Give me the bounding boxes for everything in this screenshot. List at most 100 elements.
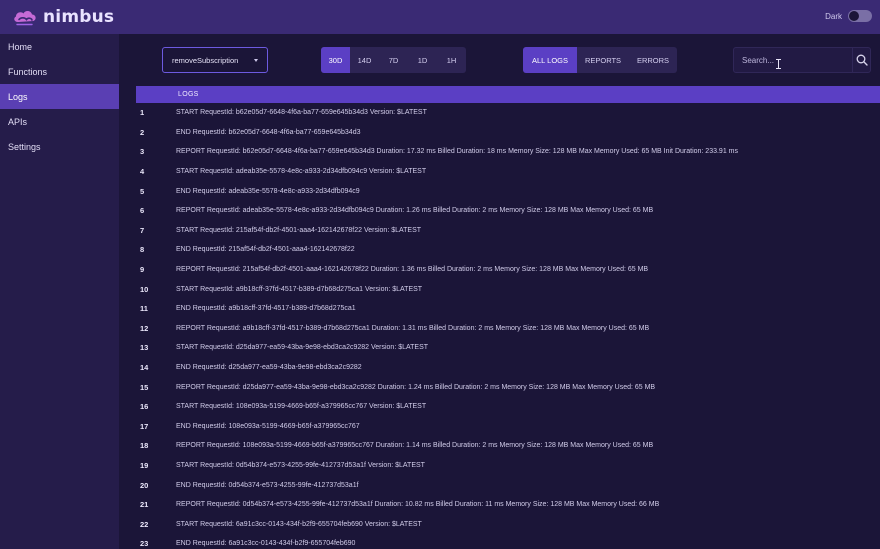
row-number: 4 bbox=[140, 167, 145, 177]
range-1d-button[interactable]: 1D bbox=[408, 47, 437, 73]
search-button[interactable] bbox=[852, 48, 870, 72]
theme-toggle[interactable]: Dark bbox=[825, 10, 872, 22]
table-row[interactable]: 3 REPORT RequestId: b62e05d7-6648-4f6a-ba… bbox=[136, 142, 880, 162]
range-7d-button[interactable]: 7D bbox=[379, 47, 408, 73]
log-message: START RequestId: d25da977-ea59-43ba-9e98… bbox=[176, 344, 429, 352]
sidebar: Home Functions Logs APIs Settings bbox=[0, 34, 119, 549]
row-number: 6 bbox=[140, 206, 145, 216]
table-row[interactable]: 18 REPORT RequestId: 108e093a-5199-4669-b… bbox=[136, 436, 880, 456]
table-row[interactable]: 7 START RequestId: 215af54f-db2f-4501-aaa… bbox=[136, 221, 880, 241]
cloud-logo-icon bbox=[14, 10, 36, 26]
table-row[interactable]: 11 END RequestId: a9b18cff-37fd-4517-b389… bbox=[136, 299, 880, 319]
function-select-value: removeSubscription bbox=[172, 55, 239, 65]
log-message: END RequestId: a9b18cff-37fd-4517-b389-d… bbox=[176, 305, 356, 313]
table-row[interactable]: 4 START RequestId: adeab35e-5578-4e8c-a93… bbox=[136, 162, 880, 182]
logs-column-header: LOGS bbox=[178, 91, 199, 98]
row-number: 1 bbox=[140, 108, 145, 118]
sidebar-item-label: APIs bbox=[8, 116, 28, 127]
table-row[interactable]: 1 START RequestId: b62e05d7-6648-4f6a-ba7… bbox=[136, 103, 880, 123]
log-message: REPORT RequestId: 0d54b374-e573-4255-99f… bbox=[176, 501, 660, 509]
log-message: END RequestId: 6a91c3cc-0143-434f-b2f9-6… bbox=[176, 540, 356, 548]
table-row[interactable]: 16 START RequestId: 108e093a-5199-4669-b6… bbox=[136, 397, 880, 417]
sidebar-item-home[interactable]: Home bbox=[0, 34, 119, 59]
theme-label: Dark bbox=[825, 11, 842, 21]
search-input[interactable] bbox=[734, 48, 852, 72]
row-number: 15 bbox=[140, 382, 149, 392]
range-1h-button[interactable]: 1H bbox=[437, 47, 466, 73]
sidebar-item-label: Settings bbox=[8, 141, 41, 152]
search-icon bbox=[856, 54, 868, 66]
app-name: nimbus bbox=[43, 7, 115, 27]
table-row[interactable]: 10 START RequestId: a9b18cff-37fd-4517-b3… bbox=[136, 279, 880, 299]
row-number: 20 bbox=[140, 480, 149, 490]
sidebar-item-settings[interactable]: Settings bbox=[0, 134, 119, 159]
row-number: 21 bbox=[140, 500, 149, 510]
log-filter-group: ALL LOGS REPORTS ERRORS bbox=[523, 47, 677, 73]
table-row[interactable]: 19 START RequestId: 0d54b374-e573-4255-99… bbox=[136, 456, 880, 476]
table-row[interactable]: 13 START RequestId: d25da977-ea59-43ba-9e… bbox=[136, 338, 880, 358]
all-logs-button[interactable]: ALL LOGS bbox=[523, 47, 577, 73]
log-message: START RequestId: 0d54b374-e573-4255-99fe… bbox=[176, 461, 425, 469]
row-number: 7 bbox=[140, 225, 145, 235]
row-number: 17 bbox=[140, 421, 149, 431]
row-number: 23 bbox=[140, 539, 149, 549]
table-row[interactable]: 9 REPORT RequestId: 215af54f-db2f-4501-aa… bbox=[136, 260, 880, 280]
log-message: START RequestId: a9b18cff-37fd-4517-b389… bbox=[176, 285, 423, 293]
range-14d-button[interactable]: 14D bbox=[350, 47, 379, 73]
log-message: START RequestId: adeab35e-5578-4e8c-a933… bbox=[176, 168, 427, 176]
main-content: removeSubscription 30D 14D 7D 1D 1H ALL … bbox=[119, 34, 880, 549]
log-message: START RequestId: 108e093a-5199-4669-b65f… bbox=[176, 403, 427, 411]
sidebar-item-label: Home bbox=[8, 41, 33, 52]
table-row[interactable]: 23 END RequestId: 6a91c3cc-0143-434f-b2f9… bbox=[136, 534, 880, 549]
table-row[interactable]: 22 START RequestId: 6a91c3cc-0143-434f-b2… bbox=[136, 514, 880, 534]
logs-table-body: 1 START RequestId: b62e05d7-6648-4f6a-ba7… bbox=[136, 103, 880, 549]
row-number: 14 bbox=[140, 363, 149, 373]
row-number: 12 bbox=[140, 323, 149, 333]
app-logo[interactable]: nimbus bbox=[12, 7, 114, 27]
log-message: END RequestId: b62e05d7-6648-4f6a-ba77-6… bbox=[176, 128, 361, 136]
sidebar-item-functions[interactable]: Functions bbox=[0, 59, 119, 84]
chevron-down-icon bbox=[254, 58, 258, 62]
table-row[interactable]: 14 END RequestId: d25da977-ea59-43ba-9e98… bbox=[136, 358, 880, 378]
row-number: 22 bbox=[140, 519, 149, 529]
table-row[interactable]: 2 END RequestId: b62e05d7-6648-4f6a-ba77-… bbox=[136, 123, 880, 143]
table-row[interactable]: 5 END RequestId: adeab35e-5578-4e8c-a933-… bbox=[136, 181, 880, 201]
text-cursor-icon bbox=[776, 59, 781, 69]
log-message: END RequestId: 215af54f-db2f-4501-aaa4-1… bbox=[176, 246, 355, 254]
log-message: END RequestId: 108e093a-5199-4669-b65f-a… bbox=[176, 422, 360, 430]
sidebar-item-label: Functions bbox=[8, 66, 48, 77]
top-bar: nimbus Dark bbox=[0, 0, 880, 34]
table-row[interactable]: 12 REPORT RequestId: a9b18cff-37fd-4517-b… bbox=[136, 319, 880, 339]
table-row[interactable]: 20 END RequestId: 0d54b374-e573-4255-99fe… bbox=[136, 475, 880, 495]
reports-button[interactable]: REPORTS bbox=[577, 47, 629, 73]
log-message: REPORT RequestId: 215af54f-db2f-4501-aaa… bbox=[176, 266, 649, 274]
log-message: END RequestId: 0d54b374-e573-4255-99fe-4… bbox=[176, 481, 359, 489]
search-box bbox=[733, 47, 871, 73]
function-select[interactable]: removeSubscription bbox=[162, 47, 268, 73]
table-row[interactable]: 17 END RequestId: 108e093a-5199-4669-b65f… bbox=[136, 417, 880, 437]
dark-mode-switch[interactable] bbox=[848, 10, 872, 22]
range-30d-button[interactable]: 30D bbox=[321, 47, 350, 73]
log-message: REPORT RequestId: 108e093a-5199-4669-b65… bbox=[176, 442, 654, 450]
table-row[interactable]: 8 END RequestId: 215af54f-db2f-4501-aaa4-… bbox=[136, 240, 880, 260]
log-message: REPORT RequestId: adeab35e-5578-4e8c-a93… bbox=[176, 207, 654, 215]
log-message: START RequestId: 6a91c3cc-0143-434f-b2f9… bbox=[176, 520, 422, 528]
sidebar-item-logs[interactable]: Logs bbox=[0, 84, 119, 109]
table-row[interactable]: 21 REPORT RequestId: 0d54b374-e573-4255-9… bbox=[136, 495, 880, 515]
row-number: 18 bbox=[140, 441, 149, 451]
log-message: START RequestId: 215af54f-db2f-4501-aaa4… bbox=[176, 226, 422, 234]
row-number: 13 bbox=[140, 343, 149, 353]
log-message: END RequestId: d25da977-ea59-43ba-9e98-e… bbox=[176, 364, 362, 372]
sidebar-item-apis[interactable]: APIs bbox=[0, 109, 119, 134]
row-number: 8 bbox=[140, 245, 145, 255]
table-row[interactable]: 15 REPORT RequestId: d25da977-ea59-43ba-9… bbox=[136, 377, 880, 397]
table-row[interactable]: 6 REPORT RequestId: adeab35e-5578-4e8c-a9… bbox=[136, 201, 880, 221]
row-number: 10 bbox=[140, 284, 149, 294]
log-message: REPORT RequestId: d25da977-ea59-43ba-9e9… bbox=[176, 383, 656, 391]
errors-button[interactable]: ERRORS bbox=[629, 47, 677, 73]
row-number: 9 bbox=[140, 265, 145, 275]
row-number: 19 bbox=[140, 460, 149, 470]
logs-table-header: LOGS bbox=[136, 86, 880, 103]
row-number: 5 bbox=[140, 186, 145, 196]
log-message: REPORT RequestId: a9b18cff-37fd-4517-b38… bbox=[176, 324, 650, 332]
